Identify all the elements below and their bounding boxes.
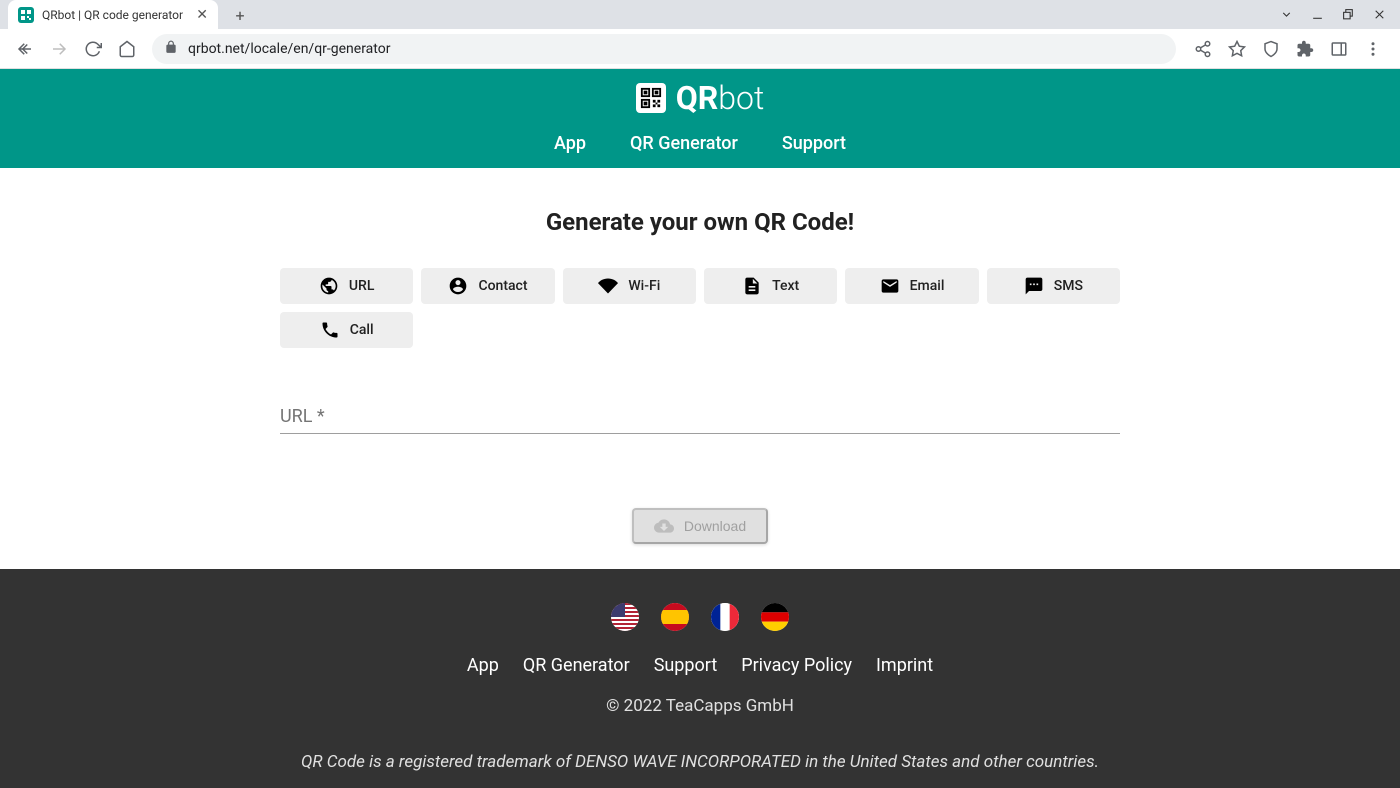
- language-flags: [611, 603, 789, 631]
- sidepanel-icon[interactable]: [1330, 40, 1348, 58]
- download-button[interactable]: Download: [632, 508, 768, 544]
- extensions-icon[interactable]: [1296, 40, 1314, 58]
- wifi-icon: [598, 276, 618, 296]
- browser-tab[interactable]: QRbot | QR code generator ✕: [8, 0, 218, 29]
- type-label: Call: [350, 322, 374, 338]
- window-controls: [1266, 0, 1400, 29]
- home-icon[interactable]: [118, 40, 136, 58]
- download-label: Download: [684, 518, 746, 534]
- globe-icon: [319, 276, 339, 296]
- page-title: Generate your own QR Code!: [546, 208, 854, 236]
- nav-app[interactable]: App: [554, 133, 586, 154]
- type-label: Text: [772, 278, 799, 294]
- menu-icon[interactable]: [1364, 40, 1382, 58]
- chevron-down-icon[interactable]: [1280, 8, 1293, 21]
- favicon-icon: [18, 7, 34, 23]
- url-field[interactable]: URL *: [280, 406, 1120, 434]
- type-call-button[interactable]: Call: [280, 312, 413, 348]
- type-label: Email: [910, 278, 945, 294]
- type-sms-button[interactable]: SMS: [987, 268, 1120, 304]
- email-icon: [880, 276, 900, 296]
- reload-icon[interactable]: [84, 40, 102, 58]
- nav-qr-generator[interactable]: QR Generator: [630, 133, 738, 154]
- close-tab-icon[interactable]: ✕: [196, 7, 208, 23]
- main-content: Generate your own QR Code! URL Contact W…: [0, 168, 1400, 544]
- type-email-button[interactable]: Email: [845, 268, 978, 304]
- type-label: Wi-Fi: [628, 278, 660, 294]
- url-text: qrbot.net/locale/en/qr-generator: [188, 41, 390, 57]
- footer-link-qr-generator[interactable]: QR Generator: [523, 655, 630, 676]
- type-label: URL: [349, 278, 375, 294]
- copyright-text: © 2022 TeaCapps GmbH: [606, 696, 794, 716]
- footer-link-privacy[interactable]: Privacy Policy: [741, 655, 852, 676]
- bookmark-star-icon[interactable]: [1228, 40, 1246, 58]
- type-wifi-button[interactable]: Wi-Fi: [563, 268, 696, 304]
- browser-tab-strip: QRbot | QR code generator ✕ +: [0, 0, 1400, 29]
- forward-icon: [50, 40, 68, 58]
- back-icon[interactable]: [16, 40, 34, 58]
- download-icon: [654, 516, 674, 536]
- type-contact-button[interactable]: Contact: [421, 268, 554, 304]
- minimize-icon[interactable]: [1311, 8, 1324, 21]
- page-header: QRbot App QR Generator Support: [0, 69, 1400, 168]
- footer: App QR Generator Support Privacy Policy …: [0, 569, 1400, 788]
- type-text-button[interactable]: Text: [704, 268, 837, 304]
- type-selector: URL Contact Wi-Fi Text Email SMS Call: [280, 268, 1120, 348]
- qr-logo-icon: [636, 83, 666, 113]
- shield-icon[interactable]: [1262, 40, 1280, 58]
- contact-icon: [448, 276, 468, 296]
- phone-icon: [320, 320, 340, 340]
- flag-de[interactable]: [761, 603, 789, 631]
- logo-text: QRbot: [676, 79, 765, 117]
- footer-link-support[interactable]: Support: [654, 655, 718, 676]
- close-window-icon[interactable]: [1373, 8, 1386, 21]
- text-icon: [742, 276, 762, 296]
- url-label: URL *: [280, 406, 325, 427]
- maximize-icon[interactable]: [1342, 8, 1355, 21]
- footer-link-app[interactable]: App: [467, 655, 499, 676]
- type-label: Contact: [478, 278, 527, 294]
- lock-icon: [164, 40, 178, 58]
- share-icon[interactable]: [1194, 40, 1212, 58]
- tab-title: QRbot | QR code generator: [42, 8, 188, 22]
- browser-toolbar: qrbot.net/locale/en/qr-generator: [0, 29, 1400, 69]
- address-bar[interactable]: qrbot.net/locale/en/qr-generator: [152, 34, 1176, 64]
- flag-es[interactable]: [661, 603, 689, 631]
- flag-fr[interactable]: [711, 603, 739, 631]
- footer-link-imprint[interactable]: Imprint: [876, 655, 933, 676]
- flag-us[interactable]: [611, 603, 639, 631]
- trademark-text: QR Code is a registered trademark of DEN…: [301, 752, 1099, 772]
- footer-nav: App QR Generator Support Privacy Policy …: [467, 655, 933, 676]
- nav-support[interactable]: Support: [782, 133, 846, 154]
- header-nav: App QR Generator Support: [554, 133, 846, 154]
- type-label: SMS: [1054, 278, 1083, 294]
- sms-icon: [1024, 276, 1044, 296]
- new-tab-button[interactable]: +: [226, 1, 254, 29]
- logo[interactable]: QRbot: [636, 79, 765, 117]
- type-url-button[interactable]: URL: [280, 268, 413, 304]
